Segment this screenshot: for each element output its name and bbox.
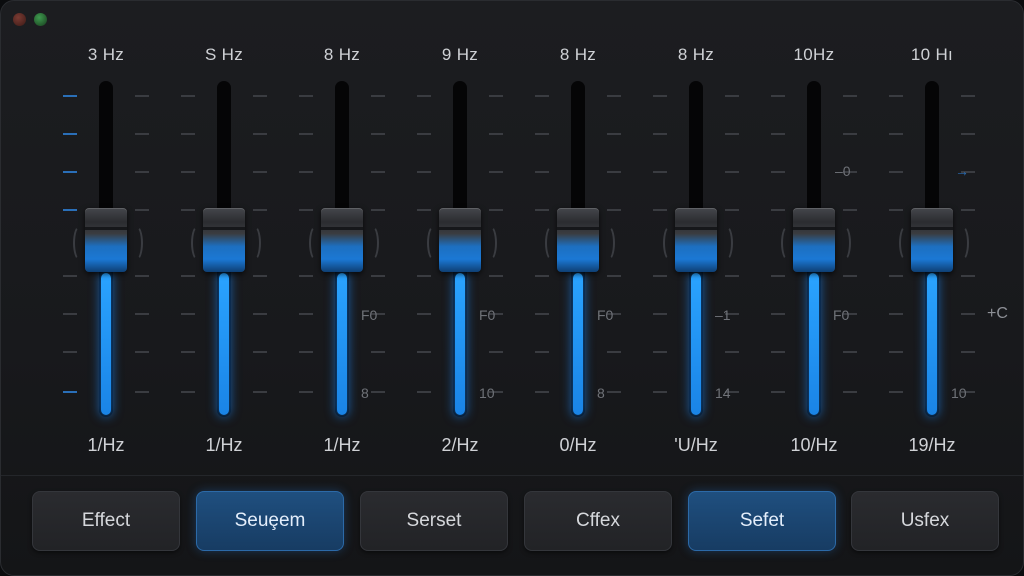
band-frequency-label: S Hz xyxy=(204,45,244,64)
band-frequency-label: 9 Hz xyxy=(441,45,479,64)
band-frequency-label: 10Hz xyxy=(793,45,835,64)
slider-knob[interactable] xyxy=(557,208,599,272)
equalizer-window: 3 Hz 1/Hz S Hz 1/Hz 8 Hz F0 8 1/Hz 9 Hz … xyxy=(0,0,1024,576)
band-8: 10 Hı → 10 19/Hz xyxy=(873,1,991,471)
slider-level xyxy=(691,273,701,415)
band-2: S Hz 1/Hz xyxy=(165,1,283,471)
preset-button-cffex[interactable]: Cffex xyxy=(524,491,672,551)
band-frequency-label: 8 Hz xyxy=(677,45,715,64)
band-6: 8 Hz –1 14 'U/Hz xyxy=(637,1,755,471)
arc-right xyxy=(837,225,851,261)
preset-button-seuqem[interactable]: Seuȩem xyxy=(196,491,344,551)
slider-knob[interactable] xyxy=(439,208,481,272)
side-marker: –0 xyxy=(835,163,851,179)
slider-knob[interactable] xyxy=(675,208,717,272)
preset-button-serset[interactable]: Serset xyxy=(360,491,508,551)
slider-level xyxy=(101,273,111,415)
divider xyxy=(1,475,1023,476)
slider-level xyxy=(337,273,347,415)
scale-mark-upper: F0 xyxy=(597,307,614,323)
arc-right xyxy=(955,225,969,261)
scale-mark-lower: 8 xyxy=(597,385,605,401)
equalizer-panel: 3 Hz 1/Hz S Hz 1/Hz 8 Hz F0 8 1/Hz 9 Hz … xyxy=(1,1,1023,471)
band-frequency-label: 8 Hz xyxy=(323,45,361,64)
scale-mark-lower: 14 xyxy=(715,385,731,401)
band-5: 8 Hz F0 8 0/Hz xyxy=(519,1,637,471)
band-1: 3 Hz 1/Hz xyxy=(47,1,165,471)
scale-mark-upper: –1 xyxy=(715,307,731,323)
band-value-label: 2/Hz xyxy=(441,435,479,455)
scale-mark-upper: F0 xyxy=(833,307,850,323)
band-7: 10Hz –0 F0 10/Hz xyxy=(755,1,873,471)
arc-right xyxy=(365,225,379,261)
right-edge-marker: +C xyxy=(987,305,1008,322)
slider-level xyxy=(573,273,583,415)
band-value-label: 1/Hz xyxy=(87,435,125,455)
arc-right xyxy=(601,225,615,261)
arc-right xyxy=(129,225,143,261)
preset-button-bar: Effect Seuȩem Serset Cffex Sefet Usfex xyxy=(1,491,1023,553)
slider-knob[interactable] xyxy=(85,208,127,272)
slider-knob[interactable] xyxy=(203,208,245,272)
band-value-label: 10/Hz xyxy=(790,435,838,455)
slider-level xyxy=(219,273,229,415)
slider-level xyxy=(927,273,937,415)
arc-right xyxy=(483,225,497,261)
slider-knob[interactable] xyxy=(911,208,953,272)
band-frequency-label: 10 Hı xyxy=(910,45,954,64)
slider-knob[interactable] xyxy=(321,208,363,272)
preset-button-sefet[interactable]: Sefet xyxy=(688,491,836,551)
scale-mark-lower: 8 xyxy=(361,385,369,401)
band-value-label: 1/Hz xyxy=(205,435,243,455)
scale-mark-lower: 10 xyxy=(951,385,967,401)
slider-level xyxy=(809,273,819,415)
scale-mark-upper: F0 xyxy=(479,307,496,323)
preset-button-effect[interactable]: Effect xyxy=(32,491,180,551)
arrow-marker: → xyxy=(955,163,969,179)
preset-button-usfex[interactable]: Usfex xyxy=(851,491,999,551)
slider-level xyxy=(455,273,465,415)
band-value-label: 1/Hz xyxy=(323,435,361,455)
band-value-label: 19/Hz xyxy=(908,435,956,455)
band-4: 9 Hz F0 10 2/Hz xyxy=(401,1,519,471)
scale-mark-lower: 10 xyxy=(479,385,495,401)
slider-knob[interactable] xyxy=(793,208,835,272)
arc-right xyxy=(719,225,733,261)
arc-right xyxy=(247,225,261,261)
band-value-label: 0/Hz xyxy=(559,435,597,455)
scale-mark-upper: F0 xyxy=(361,307,378,323)
band-3: 8 Hz F0 8 1/Hz xyxy=(283,1,401,471)
band-frequency-label: 3 Hz xyxy=(87,45,125,64)
band-frequency-label: 8 Hz xyxy=(559,45,597,64)
band-value-label: 'U/Hz xyxy=(674,435,718,455)
